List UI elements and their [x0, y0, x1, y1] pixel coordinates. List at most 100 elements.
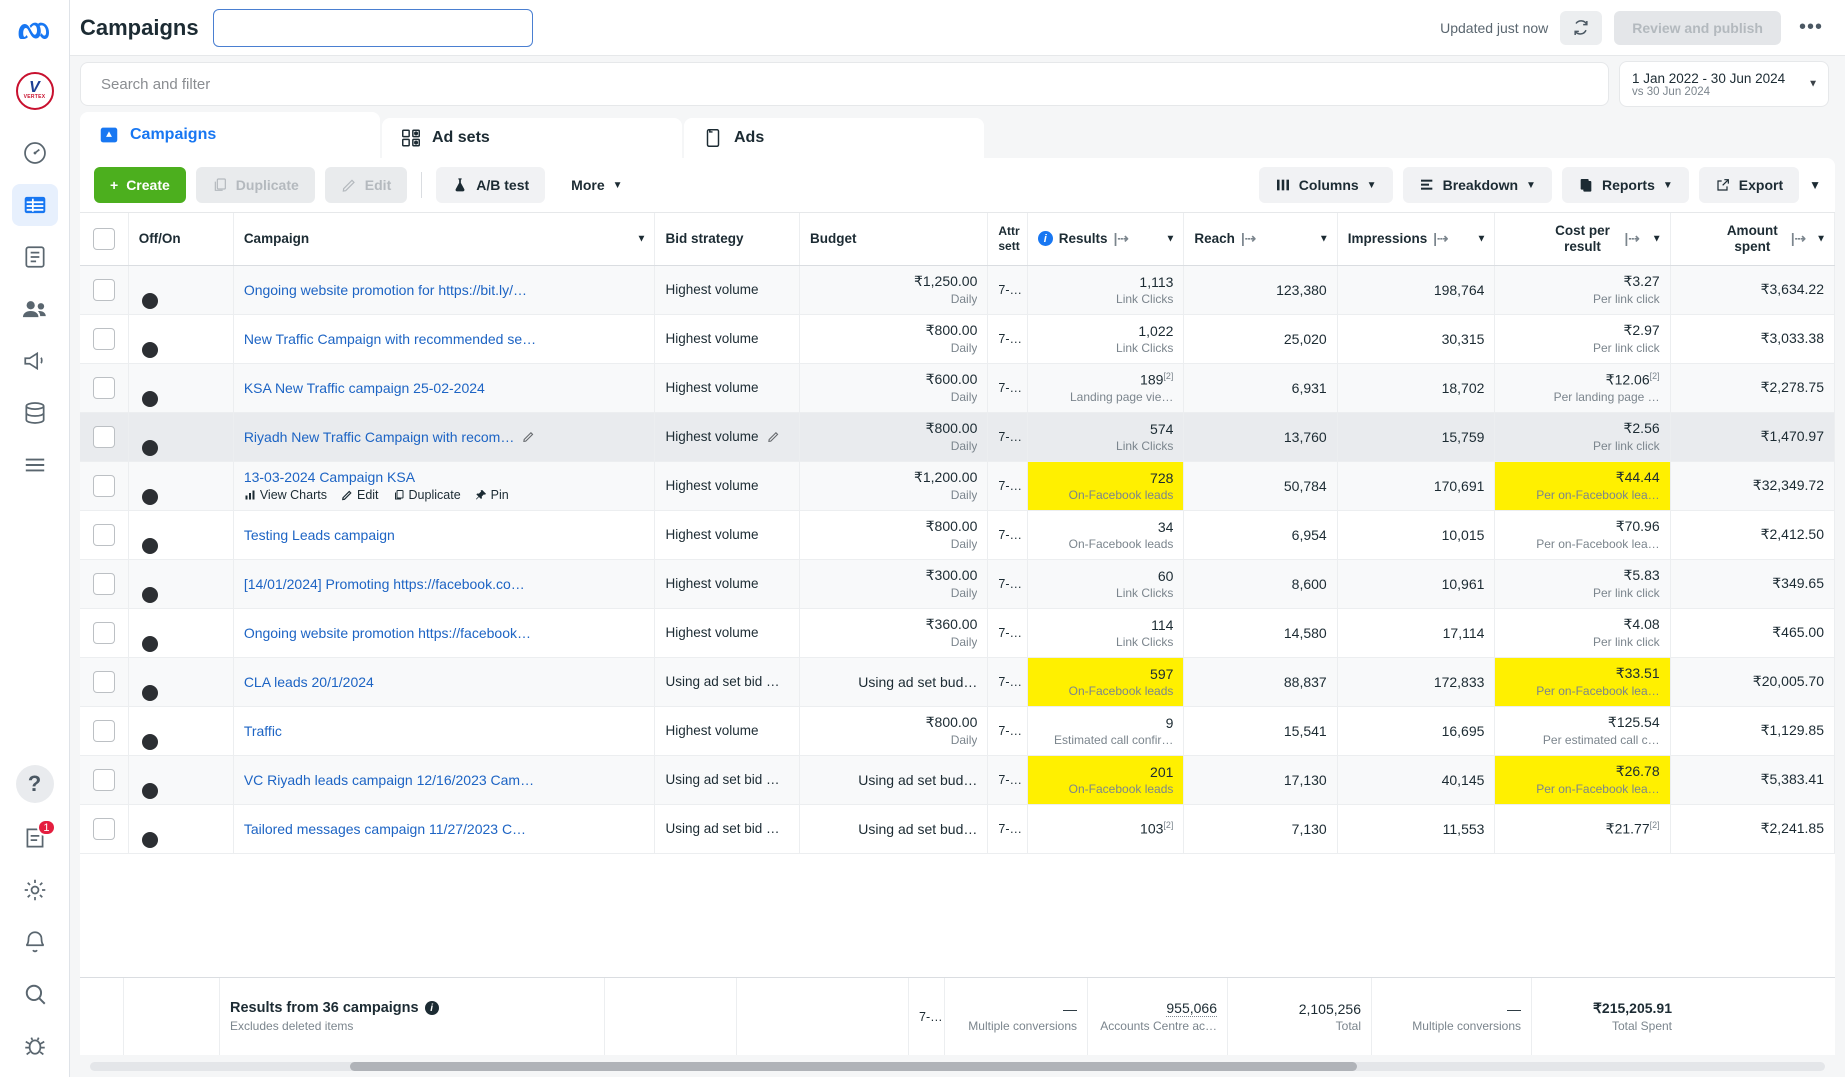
row-action-edit[interactable]: Edit [341, 488, 379, 502]
create-button[interactable]: + Create [94, 167, 186, 203]
campaign-name-link[interactable]: KSA New Traffic campaign 25-02-2024 [244, 380, 485, 396]
export-button[interactable]: Export [1698, 167, 1800, 203]
results-sort-caret-icon[interactable]: ▼ [1166, 233, 1176, 244]
campaign-name-input[interactable] [212, 8, 533, 47]
row-checkbox[interactable] [92, 768, 115, 791]
scrollbar-thumb[interactable] [350, 1061, 1357, 1071]
row-checkbox[interactable] [92, 719, 115, 742]
search-icon[interactable] [12, 973, 58, 1015]
resize-handle-icon[interactable]: |⇢ [1433, 231, 1448, 247]
row-action-view-charts[interactable]: View Charts [244, 488, 327, 502]
table-row[interactable]: Testing Leads campaign Highest volume ₹800… [80, 510, 1835, 560]
campaign-name-link[interactable]: Testing Leads campaign [244, 527, 395, 543]
resize-handle-icon[interactable]: |⇢ [1241, 231, 1256, 247]
table-row[interactable]: Tailored messages campaign 11/27/2023 C…… [80, 804, 1835, 854]
th-bid-strategy[interactable]: Bid strategy [654, 213, 801, 266]
more-button[interactable]: More ▼ [555, 167, 638, 203]
reach-sort-caret-icon[interactable]: ▼ [1319, 233, 1329, 244]
row-checkbox[interactable] [92, 523, 115, 546]
scrollbar-track[interactable] [90, 1061, 1825, 1071]
search-and-filter-input[interactable]: Search and filter [80, 62, 1609, 106]
row-checkbox[interactable] [92, 474, 115, 497]
campaign-name-link[interactable]: Traffic [244, 723, 282, 739]
table-row[interactable]: 13-03-2024 Campaign KSA View Charts Edit Du… [80, 461, 1835, 511]
row-checkbox[interactable] [92, 278, 115, 301]
table-row[interactable]: CLA leads 20/1/2024 Using ad set bid … Usi… [80, 657, 1835, 707]
campaign-name-link[interactable]: New Traffic Campaign with recommended se… [244, 331, 536, 347]
table-row[interactable]: Traffic Highest volume ₹800.00 Daily 7-… 9 Est… [80, 706, 1835, 756]
campaign-name-link[interactable]: CLA leads 20/1/2024 [244, 674, 374, 690]
resize-handle-icon[interactable]: |⇢ [1791, 231, 1806, 247]
bug-report-icon[interactable] [12, 1025, 58, 1067]
all-tools-icon[interactable] [12, 444, 58, 486]
table-row[interactable]: VC Riyadh leads campaign 12/16/2023 Cam…… [80, 755, 1835, 805]
vertex-account-avatar[interactable]: V VERTEX [15, 72, 54, 110]
reports-button[interactable]: Reports ▼ [1561, 167, 1689, 203]
horizontal-scrollbar[interactable] [80, 1055, 1835, 1077]
th-attribution[interactable]: Attr sett [987, 213, 1028, 266]
select-all-checkbox[interactable] [92, 227, 115, 250]
sort-caret-icon[interactable]: ▼ [637, 233, 647, 244]
refresh-icon[interactable] [1560, 10, 1603, 45]
tab-campaigns[interactable]: Campaigns [80, 112, 380, 158]
results-info-icon[interactable]: i [1037, 231, 1053, 247]
breakdown-button[interactable]: Breakdown ▼ [1402, 167, 1552, 203]
th-budget[interactable]: Budget [799, 213, 989, 266]
billing-icon[interactable] [12, 236, 58, 278]
table-row[interactable]: KSA New Traffic campaign 25-02-2024 Highe… [80, 363, 1835, 413]
updates-icon[interactable]: 1 [12, 817, 58, 859]
events-manager-icon[interactable] [12, 392, 58, 434]
audiences-icon[interactable] [12, 288, 58, 330]
row-checkbox[interactable] [92, 670, 115, 693]
tab-ads[interactable]: Ads [684, 118, 984, 158]
edit-button[interactable]: Edit [324, 167, 408, 203]
th-impressions[interactable]: Impressions |⇢ ▼ [1337, 213, 1496, 266]
campaigns-grid-icon[interactable] [11, 184, 58, 226]
more-options-icon[interactable]: ••• [1793, 16, 1829, 39]
summary-info-icon[interactable]: i [424, 1001, 439, 1015]
row-checkbox[interactable] [92, 817, 115, 840]
table-row[interactable]: Ongoing website promotion https://facebo… [80, 608, 1835, 658]
campaign-name-link[interactable]: [14/01/2024] Promoting https://facebook.… [244, 576, 525, 592]
row-checkbox[interactable] [92, 621, 115, 644]
campaign-name-link[interactable]: Tailored messages campaign 11/27/2023 C… [244, 821, 526, 837]
th-reach[interactable]: Reach |⇢ ▼ [1183, 213, 1338, 266]
campaign-name-link[interactable]: Ongoing website promotion https://facebo… [244, 625, 531, 641]
campaign-name-link[interactable]: Riyadh New Traffic Campaign with recom… [244, 429, 515, 445]
campaigns-table-container[interactable]: Off/On Campaign ▼ Bid strategy Budget At… [80, 212, 1835, 1055]
row-action-duplicate[interactable]: Duplicate [393, 488, 461, 502]
notifications-bell-icon[interactable] [12, 921, 58, 963]
campaign-name-link[interactable]: Ongoing website promotion for https://bi… [244, 282, 527, 298]
columns-button[interactable]: Columns ▼ [1258, 167, 1393, 203]
table-row[interactable]: Ongoing website promotion for https://bi… [80, 265, 1835, 315]
pencil-icon[interactable] [767, 430, 780, 443]
meta-logo-icon[interactable] [12, 12, 58, 54]
impressions-sort-caret-icon[interactable]: ▼ [1477, 233, 1487, 244]
row-checkbox[interactable] [92, 425, 115, 448]
row-checkbox[interactable] [92, 327, 115, 350]
row-action-pin[interactable]: Pin [475, 488, 509, 502]
table-row[interactable]: Riyadh New Traffic Campaign with recom… H… [80, 412, 1835, 462]
row-checkbox[interactable] [92, 376, 115, 399]
cpr-sort-caret-icon[interactable]: ▼ [1652, 233, 1662, 244]
ads-reporting-icon[interactable] [12, 340, 58, 382]
campaign-name-link[interactable]: 13-03-2024 Campaign KSA [244, 469, 415, 485]
resize-handle-icon[interactable]: |⇢ [1114, 231, 1129, 247]
th-campaign[interactable]: Campaign ▼ [233, 213, 656, 266]
th-cost-per-result[interactable]: Cost per result |⇢ ▼ [1494, 213, 1671, 266]
settings-gear-icon[interactable] [12, 869, 58, 911]
ab-test-button[interactable]: A/B test [436, 167, 546, 203]
table-row[interactable]: New Traffic Campaign with recommended se… [80, 314, 1835, 364]
campaign-name-link[interactable]: VC Riyadh leads campaign 12/16/2023 Cam… [244, 772, 534, 788]
duplicate-button[interactable]: Duplicate [195, 167, 315, 203]
account-overview-icon[interactable] [12, 132, 58, 174]
row-checkbox[interactable] [92, 572, 115, 595]
th-results[interactable]: i Results |⇢ ▼ [1027, 213, 1185, 266]
spent-sort-caret-icon[interactable]: ▼ [1816, 233, 1826, 244]
resize-handle-icon[interactable]: |⇢ [1625, 231, 1640, 247]
tab-adsets[interactable]: Ad sets [382, 118, 682, 158]
th-amount-spent[interactable]: Amount spent |⇢ ▼ [1670, 213, 1835, 266]
pencil-icon[interactable] [522, 430, 535, 443]
help-icon[interactable]: ? [15, 765, 54, 803]
date-range-picker[interactable]: 1 Jan 2022 - 30 Jun 2024 vs 30 Jun 2024 … [1619, 61, 1829, 107]
